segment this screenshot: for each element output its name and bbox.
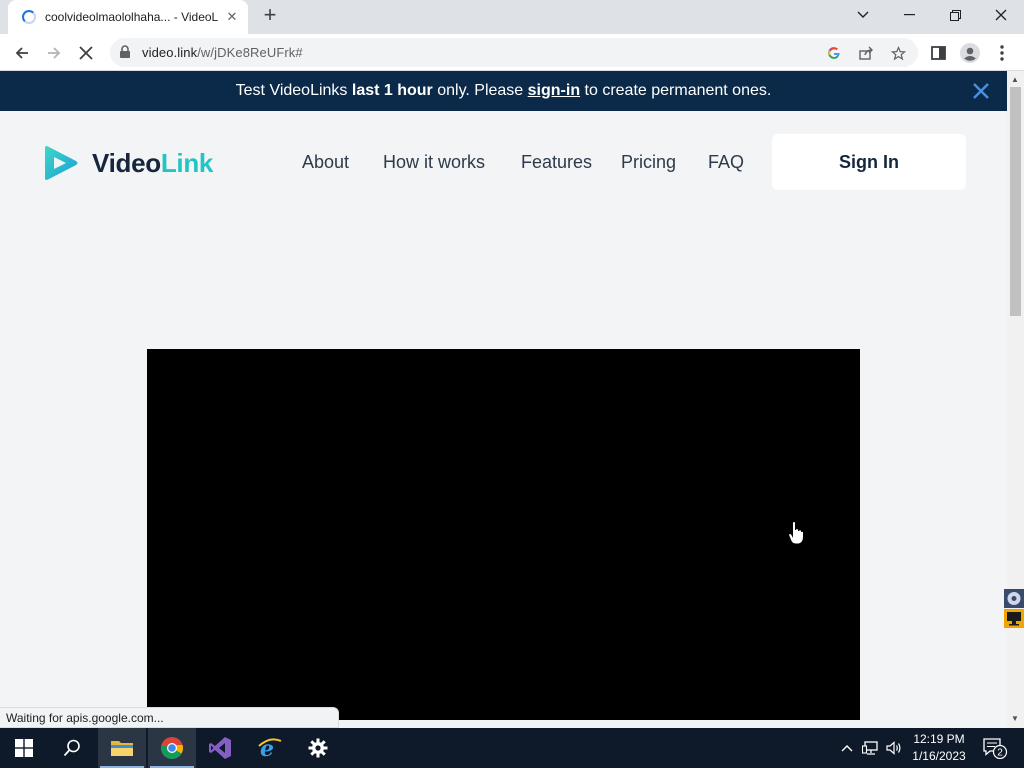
nav-how-it-works[interactable]: How it works [383, 152, 485, 173]
taskbar-clock[interactable]: 12:19 PM 1/16/2023 [906, 731, 972, 765]
tab-title: coolvideolmaololhaha... - VideoL [45, 10, 218, 24]
nav-features[interactable]: Features [521, 152, 592, 173]
restore-icon [949, 9, 961, 21]
stop-icon [79, 46, 93, 60]
logo-text-video: Video [92, 147, 161, 178]
spinner-icon [22, 10, 36, 24]
windows-start-icon [15, 739, 33, 757]
nav-faq[interactable]: FAQ [708, 152, 744, 173]
browser-tab[interactable]: coolvideolmaololhaha... - VideoL ✕ [8, 0, 248, 34]
volume-button[interactable] [884, 728, 904, 768]
play-logo-icon [45, 146, 78, 180]
banner-text-2: only. Please [432, 82, 528, 99]
forward-button[interactable] [40, 39, 68, 67]
browser-title-bar: coolvideolmaololhaha... - VideoL ✕ + [0, 0, 1024, 34]
restore-button[interactable] [932, 0, 978, 30]
web-page: Test VideoLinks last 1 hour only. Please… [0, 71, 1007, 720]
scroll-down-arrow-icon[interactable]: ▼ [1011, 714, 1019, 723]
taskbar-search-button[interactable] [48, 728, 96, 768]
video-player[interactable] [147, 349, 860, 720]
url-host: video.link [142, 45, 198, 60]
search-icon [63, 739, 80, 757]
new-tab-button[interactable]: + [258, 4, 282, 28]
notification-center-button[interactable]: 2 [980, 728, 1010, 768]
trial-banner: Test VideoLinks last 1 hour only. Please… [0, 71, 1007, 111]
nav-pricing[interactable]: Pricing [621, 152, 676, 173]
chevron-down-icon [857, 11, 869, 18]
taskbar-visual-studio[interactable] [196, 728, 244, 768]
close-window-button[interactable] [978, 0, 1024, 30]
taskbar-settings[interactable] [294, 728, 342, 768]
minimize-icon [903, 14, 915, 16]
taskbar-internet-explorer[interactable]: e [246, 728, 294, 768]
windows-taskbar: e 12:19 PM 1/16/2023 2 [0, 728, 1024, 768]
clock-date: 1/16/2023 [912, 749, 966, 763]
google-icon[interactable] [824, 43, 844, 63]
lock-icon [120, 45, 130, 58]
internet-explorer-icon: e [258, 736, 282, 760]
hand-cursor-icon [788, 521, 804, 545]
show-hidden-icons-button[interactable] [838, 728, 856, 768]
profile-icon [960, 43, 980, 63]
forward-icon [48, 47, 61, 59]
chevron-up-icon [841, 745, 853, 752]
banner-signin-link[interactable]: sign-in [528, 82, 580, 99]
back-icon [15, 47, 28, 59]
tab-close-icon[interactable]: ✕ [224, 9, 240, 25]
taskbar-file-explorer[interactable] [98, 728, 146, 768]
minimize-button[interactable] [886, 0, 932, 30]
side-panel-button[interactable] [924, 39, 952, 67]
side-panel-icon [930, 46, 946, 60]
close-icon [995, 9, 1007, 21]
nav-about[interactable]: About [302, 152, 349, 173]
scroll-up-arrow-icon[interactable]: ▲ [1011, 75, 1019, 84]
notification-count: 2 [997, 748, 1003, 759]
stop-button[interactable] [72, 39, 100, 67]
side-gear-widget-icon[interactable] [1004, 589, 1024, 608]
file-explorer-icon [111, 741, 133, 756]
notification-icon: 2 [983, 738, 1008, 759]
taskbar-chrome[interactable] [148, 728, 196, 768]
share-icon[interactable] [856, 43, 876, 63]
logo-text-link: Link [160, 147, 214, 178]
chrome-icon [160, 737, 184, 759]
settings-icon [308, 738, 328, 758]
banner-text-bold: last 1 hour [351, 82, 433, 99]
banner-text: Test VideoLinks last 1 hour only. Please… [236, 82, 772, 100]
status-bar: Waiting for apis.google.com... [0, 707, 339, 728]
menu-icon [1000, 45, 1004, 61]
address-bar[interactable]: video.link/w/jDKe8ReUFrk# [110, 38, 918, 67]
profile-button[interactable] [956, 39, 984, 67]
side-monitor-widget-icon[interactable] [1004, 609, 1024, 628]
network-button[interactable] [860, 728, 882, 768]
scrollbar-thumb[interactable] [1010, 87, 1021, 316]
logo-wordmark: VideoLink [92, 148, 213, 179]
network-icon [862, 741, 878, 755]
menu-button[interactable] [988, 39, 1016, 67]
banner-close-icon[interactable] [971, 81, 991, 101]
visual-studio-icon [209, 737, 231, 759]
page-scrollbar[interactable]: ▲ ▼ [1007, 71, 1024, 728]
banner-text-1: Test VideoLinks [235, 82, 352, 99]
banner-text-3: to create permanent ones. [580, 82, 772, 99]
url-text[interactable]: video.link/w/jDKe8ReUFrk# [142, 45, 303, 60]
start-button[interactable] [0, 728, 48, 768]
sign-in-button[interactable]: Sign In [772, 134, 966, 190]
volume-icon [886, 741, 901, 755]
star-icon[interactable] [888, 43, 908, 63]
browser-toolbar: video.link/w/jDKe8ReUFrk# [0, 34, 1024, 71]
tab-search-button[interactable] [840, 0, 886, 30]
back-button[interactable] [8, 39, 36, 67]
videolink-logo[interactable]: VideoLink [42, 144, 213, 182]
url-path: /w/jDKe8ReUFrk# [197, 45, 303, 60]
clock-time: 12:19 PM [913, 732, 965, 746]
